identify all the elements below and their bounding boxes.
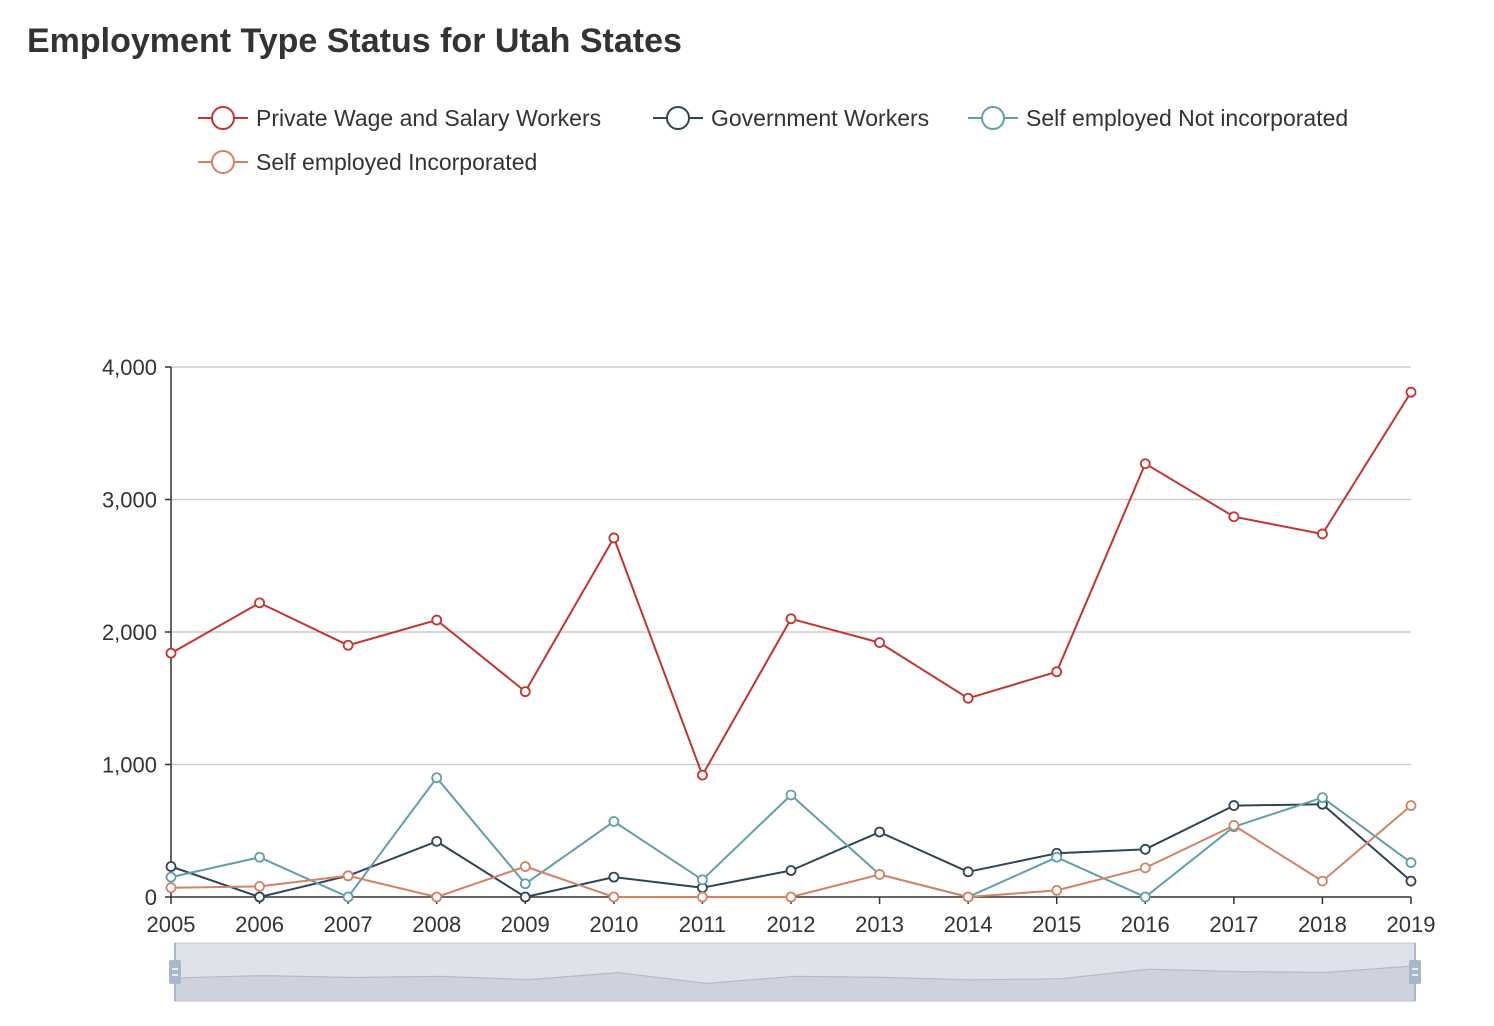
- data-point: [1228, 820, 1240, 831]
- data-point: [962, 866, 974, 878]
- data-point: [165, 871, 177, 883]
- data-point: [342, 891, 354, 903]
- data-point: [165, 647, 177, 659]
- data-point: [874, 869, 885, 880]
- line-chart: 01,0002,0003,0004,000 2005 2006 2007 2008 20…: [102, 355, 1436, 1002]
- x-tick-label: 2019: [1387, 912, 1436, 937]
- data-point: [608, 816, 620, 827]
- y-tick-label: 1,000: [102, 753, 157, 778]
- data-point: [519, 878, 531, 890]
- data-point: [785, 865, 797, 876]
- x-tick-label: 2018: [1298, 912, 1347, 937]
- grid-lines: [171, 366, 1411, 766]
- data-point: [785, 891, 797, 903]
- series-line-1: [170, 803, 1412, 898]
- data-point: [519, 861, 531, 872]
- x-tick-label: 2008: [412, 912, 461, 937]
- data-point: [254, 851, 265, 863]
- x-tick-label: 2007: [324, 912, 373, 937]
- y-tick-label: 4,000: [102, 355, 157, 380]
- x-axis: 2005 2006 2007 2008 2009 2010 2011 2012 2013 2014…: [147, 896, 1436, 937]
- data-point: [254, 597, 265, 609]
- data-point: [697, 769, 708, 781]
- data-point: [342, 639, 354, 651]
- x-tick-label: 2015: [1032, 912, 1081, 937]
- x-tick-label: 2013: [855, 912, 904, 937]
- data-point: [431, 835, 443, 847]
- data-point: [1228, 800, 1240, 811]
- data-point: [1405, 875, 1417, 887]
- handle-grip: [169, 960, 181, 984]
- x-tick-label: 2017: [1209, 912, 1258, 937]
- data-point: [1405, 386, 1417, 398]
- data-point: [165, 882, 177, 894]
- data-point: [608, 871, 620, 883]
- data-point: [962, 891, 974, 903]
- y-tick-label: 0: [145, 885, 157, 910]
- series-line-0: [170, 391, 1412, 777]
- data-point: [165, 861, 177, 872]
- data-point: [1051, 666, 1063, 678]
- y-tick-label: 3,000: [102, 488, 157, 513]
- data-point: [254, 891, 265, 903]
- data-point: [608, 891, 620, 903]
- data-point: [1228, 511, 1240, 523]
- data-point: [874, 637, 885, 648]
- data-point: [874, 826, 885, 838]
- data-point: [962, 692, 974, 704]
- data-point: [1051, 884, 1063, 896]
- series-line-3: [170, 804, 1412, 898]
- data-point: [519, 686, 531, 698]
- data-point: [431, 772, 443, 784]
- data-point: [1139, 862, 1151, 874]
- y-tick-label: 2,000: [102, 620, 157, 645]
- data-point: [342, 870, 354, 882]
- data-point: [697, 874, 708, 886]
- data-point: [1405, 857, 1417, 868]
- data-point: [697, 891, 708, 903]
- series-lines: [165, 386, 1417, 903]
- data-point: [1051, 851, 1063, 863]
- handle-grip: [1409, 960, 1421, 984]
- data-point: [254, 881, 265, 892]
- x-tick-label: 2011: [679, 912, 726, 937]
- x-tick-label: 2010: [589, 912, 638, 937]
- data-point: [608, 532, 620, 544]
- x-tick-label: 2016: [1121, 912, 1170, 937]
- y-axis: 0 1,000 2,000 3,000 4,000: [102, 355, 172, 910]
- data-point: [431, 614, 443, 626]
- data-point: [785, 613, 797, 625]
- x-tick-label: 2012: [767, 912, 816, 937]
- data-point: [1139, 891, 1151, 903]
- data-point: [431, 891, 443, 903]
- data-point: [1317, 528, 1328, 540]
- data-point: [1139, 843, 1151, 855]
- data-point: [1317, 875, 1328, 887]
- data-zoom-slider[interactable]: [169, 942, 1421, 1002]
- x-tick-label: 2014: [944, 912, 993, 937]
- data-point: [1139, 458, 1151, 470]
- data-point: [1317, 792, 1328, 804]
- x-tick-label: 2006: [235, 912, 284, 937]
- x-tick-label: 2009: [501, 912, 550, 937]
- data-point: [785, 789, 797, 801]
- x-tick-label: 2005: [147, 912, 196, 937]
- data-point: [519, 891, 531, 903]
- data-point: [1405, 800, 1417, 811]
